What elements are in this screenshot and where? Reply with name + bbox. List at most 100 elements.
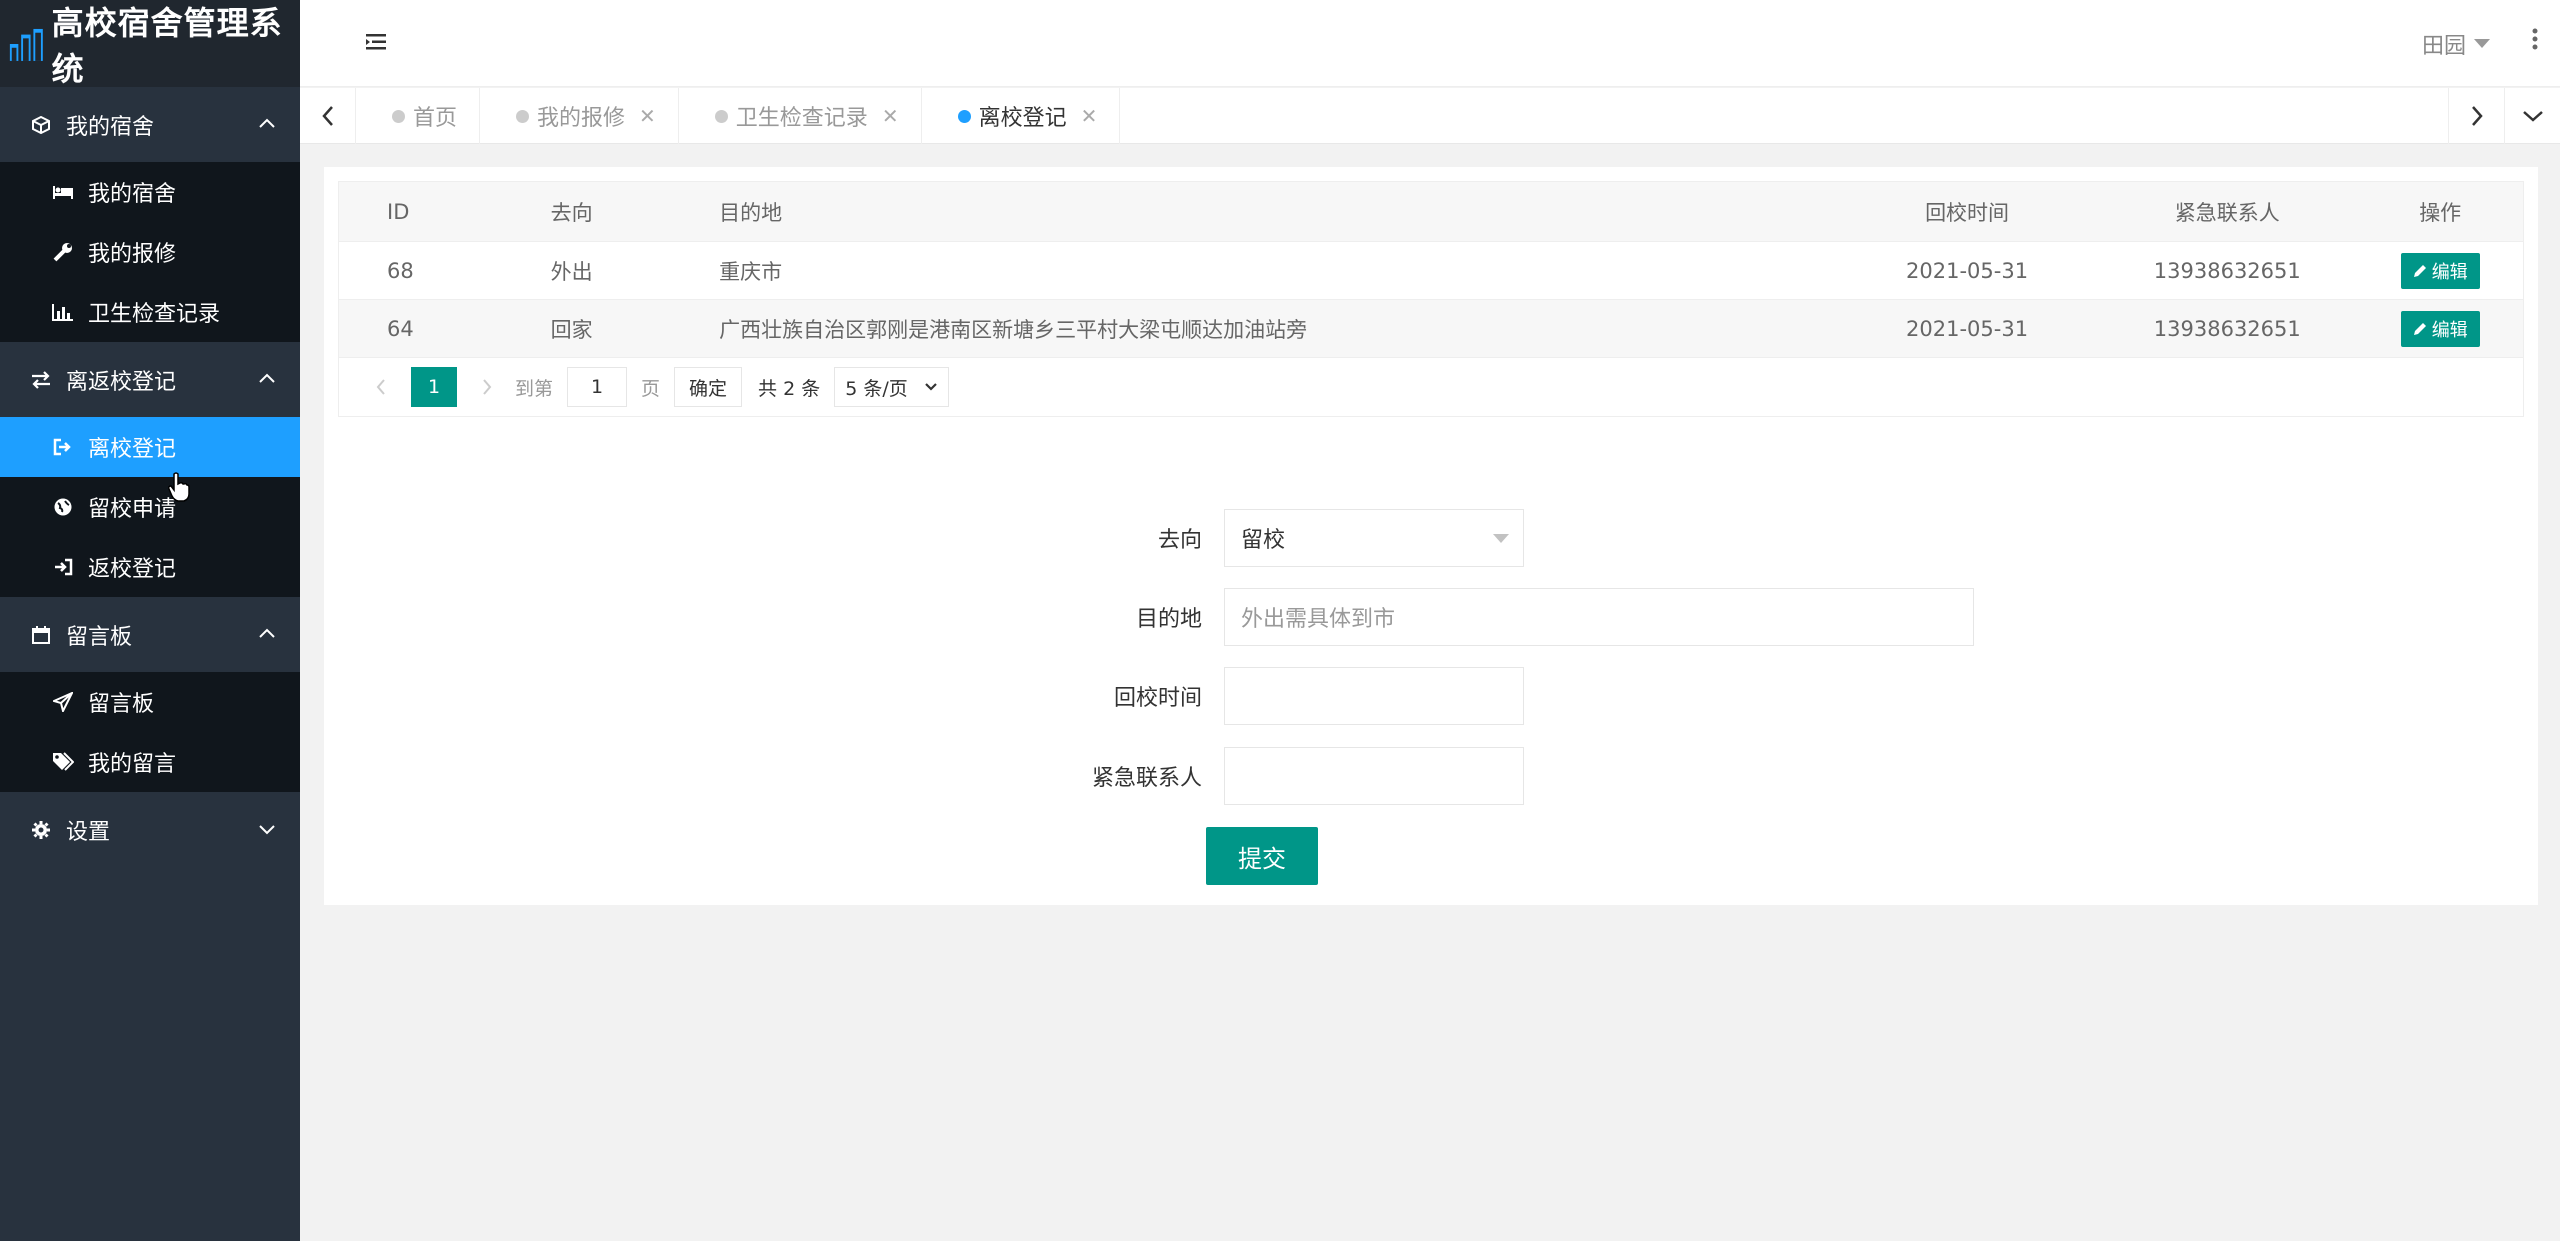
menu-toggle-icon[interactable]: [366, 32, 388, 52]
submenu-message-board: 留言板 我的留言: [0, 672, 300, 792]
table-header: ID 去向 目的地 回校时间 紧急联系人 操作: [339, 182, 2523, 242]
submit-button[interactable]: 提交: [1206, 827, 1318, 885]
hand-cursor-icon: [168, 472, 190, 502]
prev-page-button[interactable]: [361, 378, 401, 396]
app-logo[interactable]: 高校宿舍管理系统: [0, 0, 300, 88]
tabs-dropdown-button[interactable]: [2504, 88, 2560, 144]
tab-hygiene-records[interactable]: 卫生检查记录 ✕: [679, 88, 922, 144]
app-title: 高校宿舍管理系统: [51, 3, 283, 88]
sign-in-icon: [52, 556, 74, 578]
more-vertical-icon[interactable]: [2532, 28, 2538, 50]
menu-group-label: 离返校登记: [66, 369, 177, 395]
tabs-scroll-left-button[interactable]: [300, 88, 356, 144]
chevron-up-icon: [259, 118, 275, 128]
column-header: 回校时间: [1925, 200, 2010, 225]
sidebar-item-label: 我的留言: [88, 752, 177, 777]
chevron-down-icon: [2522, 111, 2543, 122]
tab-label: 卫生检查记录: [735, 106, 868, 131]
column-header: 目的地: [719, 200, 783, 225]
tab-label: 我的报修: [537, 106, 626, 131]
form-row-contact: 紧急联系人: [1064, 747, 1524, 805]
edit-button-label: 编辑: [2431, 261, 2468, 283]
sidebar: 高校宿舍管理系统 我的宿舍 我的宿舍 我的报修 卫生检查记录 离返校登记 离校登…: [0, 0, 300, 1241]
submenu-leave-return: 离校登记 留校申请 返校登记: [0, 417, 300, 597]
chevron-down-icon: [259, 825, 275, 835]
destination-input[interactable]: 外出需具体到市: [1224, 588, 1974, 646]
direction-select[interactable]: 留校: [1224, 509, 1524, 567]
column-header: 紧急联系人: [2174, 200, 2280, 225]
pencil-icon: [2413, 322, 2426, 335]
sidebar-item-label: 离校登记: [88, 437, 177, 462]
submenu-my-dorm: 我的宿舍 我的报修 卫生检查记录: [0, 162, 300, 342]
paper-plane-icon: [52, 691, 74, 713]
edit-button[interactable]: 编辑: [2400, 310, 2480, 347]
sidebar-item-return-register[interactable]: 返校登记: [0, 537, 300, 597]
current-page[interactable]: 1: [411, 367, 457, 407]
goto-confirm-button[interactable]: 确定: [674, 367, 743, 407]
tab-dot-icon: [516, 109, 530, 123]
sidebar-item-label: 我的报修: [88, 242, 177, 267]
tabs-bar: 首页 我的报修 ✕ 卫生检查记录 ✕ 离校登记 ✕: [300, 88, 2560, 144]
contact-input[interactable]: [1224, 747, 1524, 805]
tabs-scroll-right-button[interactable]: [2448, 88, 2504, 144]
sidebar-item-my-repair[interactable]: 我的报修: [0, 222, 300, 282]
tab-my-repair[interactable]: 我的报修 ✕: [480, 88, 679, 144]
user-menu[interactable]: 田园: [2422, 28, 2490, 60]
menu-group-my-dorm[interactable]: 我的宿舍: [0, 87, 300, 162]
building-icon: [9, 28, 43, 61]
return-time-input[interactable]: [1224, 667, 1524, 725]
user-name: 田园: [2421, 34, 2466, 59]
sidebar-item-message-board[interactable]: 留言板: [0, 672, 300, 732]
tab-dot-icon: [957, 109, 971, 123]
contact-label: 紧急联系人: [1091, 766, 1202, 791]
menu-group-message-board[interactable]: 留言板: [0, 597, 300, 672]
column-header: 去向: [550, 200, 593, 225]
sign-out-icon: [52, 436, 74, 458]
cell-contact: 13938632651: [2153, 316, 2301, 341]
tab-close-icon[interactable]: ✕: [639, 104, 656, 128]
cell-id: 68: [387, 258, 414, 283]
exchange-icon: [30, 369, 52, 391]
column-header: 操作: [2419, 200, 2462, 225]
cell-return-date: 2021-05-31: [1906, 316, 2029, 341]
total-count: 共 2 条: [758, 377, 821, 400]
sidebar-item-my-dorm[interactable]: 我的宿舍: [0, 162, 300, 222]
form-row-return-time: 回校时间: [1064, 667, 1524, 725]
menu-group-label: 留言板: [66, 624, 133, 650]
destination-placeholder: 外出需具体到市: [1241, 607, 1396, 632]
edit-button[interactable]: 编辑: [2400, 252, 2480, 289]
cell-direction: 回家: [550, 317, 593, 342]
sidebar-item-label: 我的宿舍: [88, 182, 177, 207]
menu-group-settings[interactable]: 设置: [0, 792, 300, 867]
form-row-destination: 目的地 外出需具体到市: [1064, 588, 1974, 646]
chevron-up-icon: [259, 373, 275, 383]
menu-group-leave-return[interactable]: 离返校登记: [0, 342, 300, 417]
chevron-right-icon: [483, 379, 492, 395]
page-size-select[interactable]: 5 条/页: [834, 367, 949, 407]
sidebar-item-label: 留言板: [88, 692, 155, 717]
next-page-button[interactable]: [467, 378, 507, 396]
globe-icon: [52, 496, 74, 518]
tab-label: 离校登记: [978, 106, 1067, 131]
sidebar-item-my-messages[interactable]: 我的留言: [0, 732, 300, 792]
goto-page-input[interactable]: 1: [567, 367, 628, 407]
chevron-left-icon: [376, 379, 385, 395]
caret-down-icon: [2474, 39, 2490, 48]
sidebar-item-stay-apply[interactable]: 留校申请: [0, 477, 300, 537]
direction-value: 留校: [1241, 528, 1286, 553]
tab-home[interactable]: 首页: [356, 88, 481, 144]
content-card: ID 去向 目的地 回校时间 紧急联系人 操作 68 外出 重庆市 2021-0…: [324, 167, 2538, 905]
tab-dot-icon: [714, 109, 728, 123]
cell-destination: 广西壮族自治区郭刚是港南区新塘乡三平村大梁屯顺达加油站旁: [719, 317, 1308, 342]
tab-leave-register[interactable]: 离校登记 ✕: [922, 88, 1121, 144]
chevron-right-icon: [2471, 106, 2483, 126]
column-header: ID: [387, 199, 410, 224]
destination-label: 目的地: [1135, 607, 1202, 632]
sidebar-item-leave-register[interactable]: 离校登记: [0, 417, 300, 477]
pagination: 1 到第 1 页 确定 共 2 条 5 条/页: [339, 358, 2523, 416]
tab-close-icon[interactable]: ✕: [1081, 104, 1098, 128]
cell-contact: 13938632651: [2153, 258, 2301, 283]
sidebar-item-hygiene-records[interactable]: 卫生检查记录: [0, 282, 300, 342]
tab-close-icon[interactable]: ✕: [882, 104, 899, 128]
bar-chart-icon: [52, 301, 74, 323]
